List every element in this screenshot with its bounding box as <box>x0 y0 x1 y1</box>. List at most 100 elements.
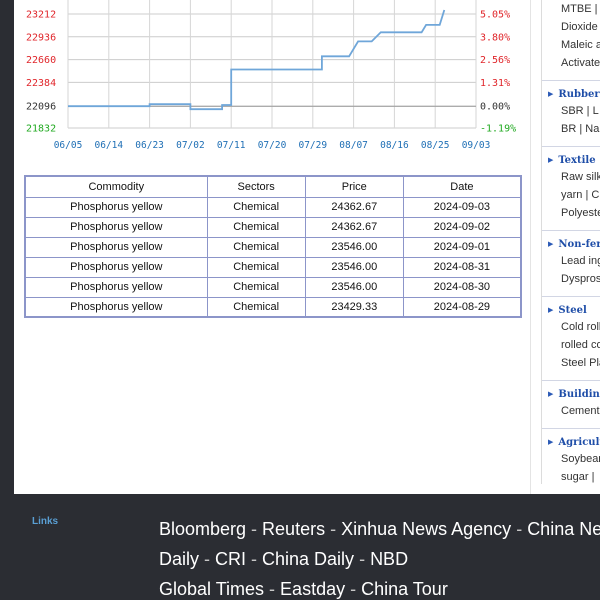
footer-link[interactable]: Reuters <box>262 519 325 539</box>
x-tick-label: 07/29 <box>298 140 327 151</box>
sidebar-link[interactable]: MTBE | <box>561 0 600 18</box>
footer-link[interactable]: CRI <box>215 549 246 569</box>
y-tick-label-left: 22096 <box>26 102 56 113</box>
sidebar-category-head[interactable]: ▶ Steel <box>548 302 600 318</box>
sidebar-link[interactable]: Activate <box>561 54 600 72</box>
sidebar-category: ▶ Non-ferr Lead ing Dyspros <box>542 230 600 296</box>
sidebar-category: ▶ Building Cement <box>542 380 600 428</box>
footer: Links Bloomberg - Reuters - Xinhua News … <box>14 510 600 600</box>
sidebar-category-title[interactable]: Rubber <box>558 89 599 100</box>
sidebar-category-title[interactable]: Building <box>558 389 600 400</box>
y-tick-label-left: 22660 <box>26 55 56 66</box>
x-tick-label: 07/20 <box>258 140 287 151</box>
links-label: Links <box>32 516 59 527</box>
cell-date: 2024-08-31 <box>402 256 522 278</box>
y-tick-label-left: 23212 <box>26 10 56 21</box>
cell-sector: Chemical <box>206 256 306 278</box>
sidebar-category-title[interactable]: Agricult <box>558 437 600 448</box>
footer-link[interactable]: Eastday <box>280 579 345 599</box>
sidebar-link[interactable]: Cement <box>561 402 600 420</box>
cell-price: 23546.00 <box>304 236 404 258</box>
sidebar-category-head[interactable]: ▶ Textile <box>548 152 600 168</box>
header-sectors: Sectors <box>206 175 306 198</box>
footer-link[interactable]: Daily <box>159 549 199 569</box>
sidebar-category-head[interactable]: ▶ Building <box>548 386 600 402</box>
sidebar-category: ▶ Rubber SBR | L BR | Na <box>542 80 600 146</box>
table-row: Phosphorus yellow Chemical 24362.67 2024… <box>24 196 522 218</box>
footer-link[interactable]: China Tour <box>361 579 448 599</box>
x-tick-label: 08/07 <box>339 140 368 151</box>
footer-link[interactable]: Global Times <box>159 579 264 599</box>
triangle-right-icon: ▶ <box>548 241 554 248</box>
header-date: Date <box>402 175 522 198</box>
sidebar-link[interactable]: SBR | L <box>561 102 600 120</box>
sidebar-category-head[interactable]: ▶ Agricult <box>548 434 600 450</box>
table-row: Phosphorus yellow Chemical 23546.00 2024… <box>24 276 522 298</box>
cell-date: 2024-09-01 <box>402 236 522 258</box>
sidebar-link[interactable]: Dioxide <box>561 18 600 36</box>
cell-price: 23546.00 <box>304 276 404 298</box>
sidebar-link[interactable]: Soybear <box>561 450 600 468</box>
sidebar-category-title[interactable]: Textile <box>558 155 595 166</box>
cell-sector: Chemical <box>206 196 306 218</box>
footer-link[interactable]: NBD <box>370 549 408 569</box>
sidebar-link[interactable]: Cold roll <box>561 318 600 336</box>
sidebar-category: ▶ Agricult Soybear sugar | <box>542 428 600 484</box>
price-table: Commodity Sectors Price Date Phosphorus … <box>24 175 522 318</box>
cell-commodity: Phosphorus yellow <box>24 296 208 318</box>
y-tick-label-right: 3.80% <box>480 32 510 43</box>
sidebar-category: ▶ Steel Cold roll rolled co Steel Pla <box>542 296 600 380</box>
x-tick-label: 09/03 <box>462 140 491 151</box>
cell-date: 2024-09-02 <box>402 216 522 238</box>
triangle-right-icon: ▶ <box>548 439 554 446</box>
x-tick-label: 08/16 <box>380 140 409 151</box>
sidebar-category: ▶ Textile Raw silk yarn | C Polyeste <box>542 146 600 230</box>
y-tick-label-right: -1.19% <box>480 124 516 135</box>
y-tick-label-right: 1.31% <box>480 78 510 89</box>
table-row: Phosphorus yellow Chemical 24362.67 2024… <box>24 216 522 238</box>
footer-link[interactable]: China Ne <box>527 519 600 539</box>
x-tick-label: 08/25 <box>421 140 450 151</box>
cell-sector: Chemical <box>206 296 306 318</box>
footer-link[interactable]: Bloomberg <box>159 519 246 539</box>
sidebar-link[interactable]: Steel Pla <box>561 354 600 372</box>
footer-separator: - <box>325 519 342 539</box>
x-tick-label: 07/11 <box>217 140 246 151</box>
sidebar-link[interactable]: BR | Na <box>561 120 600 138</box>
cell-price: 23429.33 <box>304 296 404 318</box>
cell-commodity: Phosphorus yellow <box>24 216 208 238</box>
table-row: Phosphorus yellow Chemical 23546.00 2024… <box>24 236 522 258</box>
header-commodity: Commodity <box>24 175 208 198</box>
footer-separator: - <box>354 549 371 569</box>
y-tick-label-right: 0.00% <box>480 102 510 113</box>
sidebar-link[interactable]: Maleic a <box>561 36 600 54</box>
x-tick-label: 07/02 <box>176 140 205 151</box>
footer-separator: - <box>246 519 263 539</box>
sidebar-category-head[interactable]: ▶ Non-ferr <box>548 236 600 252</box>
cell-commodity: Phosphorus yellow <box>24 236 208 258</box>
sidebar-category-title[interactable]: Non-ferr <box>558 239 600 250</box>
y-tick-label-right: 5.05% <box>480 10 510 21</box>
footer-link[interactable]: China Daily <box>262 549 354 569</box>
x-tick-label: 06/05 <box>54 140 83 151</box>
cell-date: 2024-08-29 <box>402 296 522 318</box>
sidebar-link[interactable]: Polyeste <box>561 204 600 222</box>
sidebar-link[interactable]: yarn | C <box>561 186 600 204</box>
x-tick-label: 06/14 <box>94 140 123 151</box>
header-price: Price <box>304 175 404 198</box>
sidebar-link[interactable]: rolled co <box>561 336 600 354</box>
sidebar-link[interactable]: Lead ing <box>561 252 600 270</box>
footer-link[interactable]: Xinhua News Agency <box>341 519 511 539</box>
sidebar-category-head[interactable]: ▶ Rubber <box>548 86 600 102</box>
table-row: Phosphorus yellow Chemical 23546.00 2024… <box>24 256 522 278</box>
sidebar-category-title[interactable]: Steel <box>558 305 586 316</box>
sidebar-link[interactable]: Dyspros <box>561 270 600 288</box>
cell-date: 2024-08-30 <box>402 276 522 298</box>
y-tick-label-left: 21832 <box>26 124 56 135</box>
y-tick-label-left: 22384 <box>26 78 56 89</box>
sidebar-link[interactable]: Raw silk <box>561 168 600 186</box>
category-sidebar: MTBE | Dioxide Maleic a Activate ▶ Rubbe… <box>541 0 600 484</box>
table-header-row: Commodity Sectors Price Date <box>24 175 522 198</box>
sidebar-link[interactable]: sugar | <box>561 468 600 484</box>
footer-separator: - <box>345 579 362 599</box>
